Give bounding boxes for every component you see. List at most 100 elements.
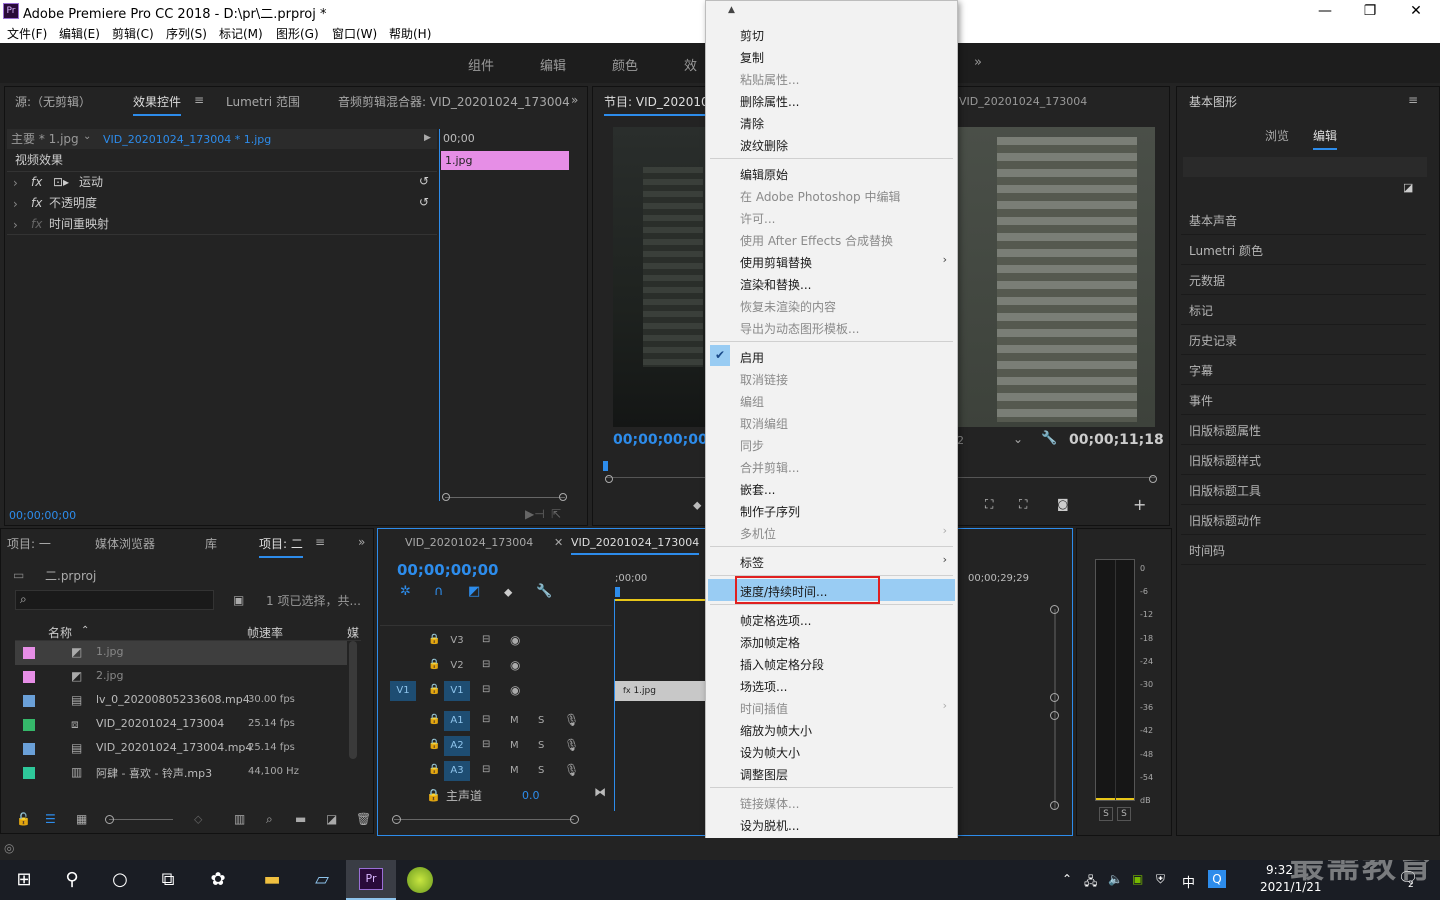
- sort-icon[interactable]: ⬦: [194, 812, 202, 827]
- network-icon[interactable]: 🖧: [1084, 872, 1097, 893]
- panel-list-item[interactable]: 历史记录: [1181, 327, 1426, 355]
- fx-icon[interactable]: fx: [31, 196, 42, 210]
- panel-list-item[interactable]: 旧版标题样式: [1181, 447, 1426, 475]
- tab-source[interactable]: 源:（无剪辑）: [15, 93, 91, 110]
- icon-view-icon[interactable]: ▦: [76, 812, 87, 826]
- program-playhead[interactable]: [603, 461, 608, 471]
- sequence-clip-label[interactable]: VID_20201024_173004 * 1.jpg: [103, 129, 271, 150]
- cortana-icon[interactable]: ○: [106, 866, 134, 894]
- maximize-button[interactable]: ❐: [1347, 0, 1393, 23]
- chevron-down-icon[interactable]: ⌄: [1013, 432, 1023, 446]
- marker-icon[interactable]: ⬥: [693, 498, 701, 513]
- panel-list-item[interactable]: 旧版标题属性: [1181, 417, 1426, 445]
- sync-lock-icon[interactable]: ⊟: [482, 764, 490, 775]
- export-icon[interactable]: ⇱: [551, 507, 561, 521]
- sync-lock-icon[interactable]: ⊟: [482, 659, 490, 670]
- project-item-row[interactable]: ⧈ VID_20201024_173004 25.14 fps: [15, 713, 347, 737]
- zoom-handle[interactable]: [1149, 475, 1157, 483]
- sort-up-icon[interactable]: ⌃: [81, 625, 89, 636]
- sync-lock-icon[interactable]: ⊟: [482, 684, 490, 695]
- volume-icon[interactable]: 🔈: [1108, 872, 1123, 886]
- clip-bar[interactable]: 1.jpg: [441, 151, 569, 170]
- ime-indicator[interactable]: 中: [1182, 872, 1195, 891]
- sync-lock-icon[interactable]: ⊟: [482, 634, 490, 645]
- menu-sequence[interactable]: 序列(S): [166, 25, 207, 42]
- layers-area[interactable]: [1183, 157, 1427, 177]
- effect-controls-timecode[interactable]: 00;00;00;00: [9, 509, 76, 522]
- effect-opacity[interactable]: 不透明度: [49, 193, 97, 214]
- audio-track-header[interactable]: 🔒 A1 ⊟ M S 🎙: [378, 711, 612, 733]
- app-icon-ball[interactable]: [407, 867, 433, 893]
- menu-item[interactable]: 启用: [740, 349, 764, 366]
- label-color-swatch[interactable]: [23, 767, 35, 779]
- notepad-icon[interactable]: ▱: [308, 866, 336, 894]
- extract-icon[interactable]: ⛶: [1019, 497, 1027, 512]
- essential-graphics-title[interactable]: 基本图形: [1189, 93, 1237, 110]
- zoom-handle[interactable]: [1050, 801, 1059, 810]
- workspace-overflow[interactable]: »: [974, 55, 982, 70]
- menu-item[interactable]: 制作子序列: [740, 503, 800, 520]
- mute-button[interactable]: M: [510, 740, 519, 751]
- fx-icon[interactable]: fx: [31, 175, 42, 189]
- security-icon[interactable]: ⛨: [1156, 872, 1165, 887]
- menu-help[interactable]: 帮助(H): [389, 25, 431, 42]
- menu-item[interactable]: 缩放为帧大小: [740, 722, 812, 739]
- menu-item[interactable]: 复制: [740, 49, 764, 66]
- chevron-down-icon[interactable]: ⌄: [83, 131, 91, 142]
- lock-icon[interactable]: 🔒: [428, 634, 440, 645]
- wrench-icon[interactable]: 🔧: [1041, 431, 1057, 446]
- workspace-effects[interactable]: 效: [684, 55, 697, 74]
- project-item-row[interactable]: ▤ lv_0_20200805233608.mp4 30.00 fps: [15, 689, 347, 713]
- add-marker-icon[interactable]: ⬥: [504, 585, 512, 600]
- panel-list-item[interactable]: 时间码: [1181, 537, 1426, 565]
- project-scrollbar[interactable]: [349, 641, 357, 759]
- timeline-playhead[interactable]: [615, 587, 620, 597]
- lock-icon[interactable]: 🔒: [428, 659, 440, 670]
- panel-list-item[interactable]: 标记: [1181, 297, 1426, 325]
- solo-right-button[interactable]: S: [1117, 807, 1131, 821]
- close-icon[interactable]: ✕: [554, 536, 563, 549]
- microphone-icon[interactable]: 🎙: [564, 763, 579, 777]
- label-color-swatch[interactable]: [23, 671, 35, 683]
- track-target[interactable]: A3: [444, 761, 470, 781]
- list-view-icon[interactable]: ☰: [45, 812, 56, 826]
- timeline-vscroll[interactable]: [1054, 609, 1056, 809]
- track-target[interactable]: A2: [444, 736, 470, 756]
- workspace-assembly[interactable]: 组件: [468, 55, 494, 74]
- find-icon[interactable]: ⌕: [266, 812, 273, 827]
- tab-sequence-2[interactable]: VID_20201024_173004: [571, 536, 700, 555]
- video-track-header[interactable]: V1 🔒 V1 ⊟ ◉: [378, 681, 612, 703]
- tab-project-1[interactable]: 项目: 一: [7, 535, 51, 552]
- project-item-row[interactable]: ◩ 2.jpg: [15, 665, 347, 689]
- menu-item[interactable]: 帧定格选项...: [740, 612, 811, 629]
- panel-list-item[interactable]: 事件: [1181, 387, 1426, 415]
- menu-item[interactable]: 使用剪辑替换: [740, 254, 812, 271]
- menu-item[interactable]: 剪切: [740, 27, 764, 44]
- tab-edit[interactable]: 编辑: [1313, 127, 1338, 150]
- windows-start-icon[interactable]: ⊞: [10, 866, 38, 894]
- minimize-button[interactable]: —: [1302, 0, 1348, 23]
- track-target[interactable]: V2: [444, 660, 470, 671]
- play-arrow-icon[interactable]: ▶: [424, 133, 431, 143]
- tab-effect-controls[interactable]: 效果控件: [133, 93, 182, 116]
- sync-lock-icon[interactable]: ⊟: [482, 739, 490, 750]
- menu-clip[interactable]: 剪辑(C): [112, 25, 154, 42]
- mute-button[interactable]: M: [510, 765, 519, 776]
- tab-audio-clip-mixer[interactable]: 音频剪辑混合器: VID_20201024_173004: [338, 93, 570, 110]
- program-video-frame-right[interactable]: [957, 127, 1155, 427]
- project-item-row[interactable]: ▤ VID_20201024_173004.mp4 25.14 fps: [15, 737, 347, 761]
- master-volume[interactable]: 0.0: [522, 789, 540, 802]
- lock-icon[interactable]: 🔒: [428, 739, 440, 750]
- add-button-icon[interactable]: +: [1133, 495, 1146, 514]
- zoom-handle[interactable]: [605, 475, 613, 483]
- lock-icon[interactable]: 🔓: [16, 812, 31, 826]
- timeline-clip[interactable]: fx 1.jpg: [615, 681, 707, 701]
- new-item-icon[interactable]: ◪: [326, 812, 337, 826]
- panel-list-item[interactable]: 旧版标题动作: [1181, 507, 1426, 535]
- menu-item[interactable]: 场选项...: [740, 678, 787, 695]
- close-button[interactable]: ✕: [1393, 0, 1439, 23]
- menu-marker[interactable]: 标记(M): [219, 25, 263, 42]
- clock-time[interactable]: 9:32: [1266, 863, 1293, 877]
- new-bin-from-search-icon[interactable]: ▣: [233, 593, 244, 607]
- automate-to-sequence-icon[interactable]: ▥: [234, 812, 245, 826]
